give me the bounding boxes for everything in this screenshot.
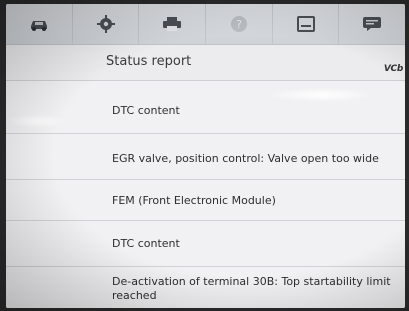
- list-item-label: De-activation of terminal 30B: Top start…: [112, 275, 391, 288]
- report-header: Status report VCb: [6, 45, 405, 81]
- print-button[interactable]: [139, 4, 207, 44]
- list-item[interactable]: FEM (Front Electronic Module): [6, 180, 405, 221]
- page-title: Status report: [106, 54, 192, 69]
- list-item-label: FEM (Front Electronic Module): [112, 194, 276, 207]
- vci-status-badge: VCb: [383, 64, 403, 74]
- printer-icon: [163, 17, 182, 31]
- save-button[interactable]: [273, 4, 340, 44]
- toolbar: ?: [6, 4, 405, 45]
- screen-glare: [266, 88, 376, 102]
- gear-icon: [96, 15, 115, 33]
- list-item-label-continued: reached: [112, 289, 157, 302]
- car-icon: [30, 21, 47, 31]
- screen-glare: [6, 114, 66, 128]
- list-item-label: DTC content: [112, 237, 180, 250]
- help-button[interactable]: ?: [206, 4, 273, 44]
- help-icon: ?: [230, 16, 247, 32]
- tablet-screen: ? Status report VCb DTC content EGR valv…: [6, 4, 405, 308]
- message-button[interactable]: [339, 4, 405, 44]
- list-item[interactable]: De-activation of terminal 30B: Top start…: [6, 267, 405, 308]
- vehicle-button[interactable]: [6, 4, 73, 44]
- list-item-label: EGR valve, position control: Valve open …: [112, 152, 379, 165]
- svg-text:?: ?: [236, 18, 242, 31]
- list-item[interactable]: DTC content: [6, 221, 405, 267]
- message-icon: [363, 17, 382, 31]
- settings-button[interactable]: [73, 4, 140, 44]
- save-icon: [296, 16, 315, 32]
- list-item-label: DTC content: [112, 104, 180, 117]
- list-item[interactable]: EGR valve, position control: Valve open …: [6, 134, 405, 180]
